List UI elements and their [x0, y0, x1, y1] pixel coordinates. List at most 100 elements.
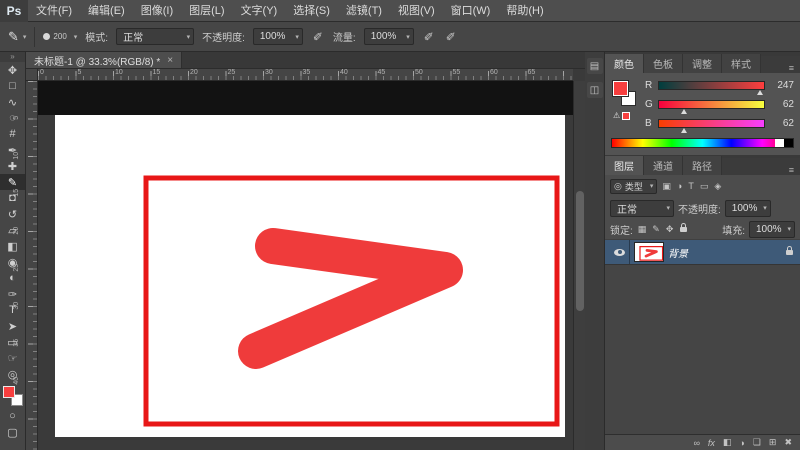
- tab-channels[interactable]: 通道: [644, 156, 683, 175]
- adjustment-layer-icon[interactable]: ◑: [739, 438, 744, 448]
- color-spectrum-ramp[interactable]: [611, 138, 794, 148]
- properties-panel-icon[interactable]: ◫: [587, 82, 603, 98]
- flow-select[interactable]: 100% ▾: [364, 28, 414, 45]
- airbrush-icon[interactable]: ✐: [422, 30, 436, 44]
- document-tab[interactable]: 未标题-1 @ 33.3%(RGB/8) * ×: [26, 52, 182, 68]
- history-brush-tool[interactable]: ↺: [0, 206, 25, 222]
- vertical-ruler[interactable]: 5 10 15 20 25 30 35 40: [26, 81, 38, 450]
- foreground-color-swatch[interactable]: [3, 386, 15, 398]
- slider-marker[interactable]: [757, 90, 763, 95]
- red-slider[interactable]: [658, 81, 765, 90]
- fill-select[interactable]: 100% ▾: [749, 221, 795, 238]
- black-chip[interactable]: [784, 139, 793, 147]
- opacity-select[interactable]: 100% ▾: [253, 28, 303, 45]
- panel-menu-icon[interactable]: ≡: [783, 165, 800, 175]
- foreground-color-swatch[interactable]: [613, 81, 628, 96]
- brush-tool[interactable]: ✎: [0, 174, 25, 190]
- ruler-number: 15: [26, 174, 38, 212]
- spot-healing-tool[interactable]: ✚: [0, 158, 25, 174]
- filter-pixel-layers-icon[interactable]: ▣: [661, 181, 672, 192]
- canvas[interactable]: [55, 115, 565, 437]
- layer-thumbnail[interactable]: [634, 242, 664, 262]
- menu-help[interactable]: 帮助(H): [498, 0, 551, 22]
- layer-blend-mode-select[interactable]: 正常 ▾: [610, 200, 674, 217]
- new-layer-icon[interactable]: ⊞: [769, 437, 777, 448]
- quick-mask-button[interactable]: ○: [0, 408, 25, 424]
- layer-row-background[interactable]: 背景: [605, 239, 800, 265]
- filter-type-layers-icon[interactable]: T: [687, 181, 695, 191]
- move-tool[interactable]: ✥: [0, 62, 25, 78]
- panel-menu-icon[interactable]: ≡: [783, 63, 800, 73]
- red-value[interactable]: 247: [770, 80, 794, 91]
- tab-styles[interactable]: 样式: [722, 54, 761, 73]
- menu-type[interactable]: 文字(Y): [233, 0, 286, 22]
- ruler-number: 0: [38, 69, 76, 76]
- new-group-icon[interactable]: ❏: [753, 437, 761, 448]
- gradient-tool[interactable]: ◧: [0, 238, 25, 254]
- slider-marker[interactable]: [681, 109, 687, 114]
- slider-marker[interactable]: [681, 128, 687, 133]
- history-panel-icon[interactable]: ▤: [587, 58, 603, 74]
- ruler-origin-corner[interactable]: [26, 69, 38, 81]
- ruler-number: 5: [76, 69, 114, 76]
- menu-view[interactable]: 视图(V): [390, 0, 443, 22]
- filter-smart-objects-icon[interactable]: ◈: [713, 181, 722, 192]
- horizontal-ruler[interactable]: 0 5 10 15 20 25 30 35 40 45 50 55 60 65: [38, 69, 573, 81]
- red-channel-row: R 247: [645, 79, 794, 92]
- menu-file[interactable]: 文件(F): [28, 0, 80, 22]
- layer-filter-kind-select[interactable]: ◎ 类型 ▾: [610, 179, 657, 194]
- color-swatches-widget[interactable]: [3, 386, 23, 406]
- menu-window[interactable]: 窗口(W): [443, 0, 499, 22]
- layer-name[interactable]: 背景: [668, 245, 780, 260]
- menu-image[interactable]: 图像(I): [133, 0, 181, 22]
- blue-slider[interactable]: [658, 119, 765, 128]
- pressure-opacity-icon[interactable]: ✐: [311, 30, 325, 44]
- scrollbar-thumb[interactable]: [576, 191, 584, 311]
- close-tab-icon[interactable]: ×: [167, 55, 173, 66]
- lasso-tool[interactable]: ∿: [0, 94, 25, 110]
- screen-mode-button[interactable]: ▢: [0, 424, 25, 440]
- canvas-viewport[interactable]: [38, 81, 585, 450]
- lock-transparency-icon[interactable]: ▦: [637, 224, 648, 235]
- filter-shape-layers-icon[interactable]: ▭: [699, 181, 710, 192]
- background-lock-icon[interactable]: [786, 250, 793, 255]
- green-value[interactable]: 62: [770, 99, 794, 110]
- hand-tool[interactable]: ☞: [0, 350, 25, 366]
- brush-preset-picker[interactable]: 200 ▾: [43, 32, 77, 41]
- marquee-tool[interactable]: □: [0, 78, 25, 94]
- layer-opacity-select[interactable]: 100% ▾: [725, 200, 771, 217]
- white-chip[interactable]: [775, 139, 784, 147]
- tools-collapse-button[interactable]: »: [0, 52, 25, 62]
- tab-adjustments[interactable]: 调整: [683, 54, 722, 73]
- tab-paths[interactable]: 路径: [683, 156, 722, 175]
- tool-preset-picker[interactable]: ✎ ▾: [8, 29, 26, 45]
- tab-swatches[interactable]: 色板: [644, 54, 683, 73]
- lock-all-icon[interactable]: [680, 227, 687, 232]
- tab-color[interactable]: 颜色: [605, 54, 644, 73]
- menu-edit[interactable]: 编辑(E): [80, 0, 133, 22]
- filter-adjustment-layers-icon[interactable]: ◑: [676, 181, 683, 191]
- menu-select[interactable]: 选择(S): [285, 0, 338, 22]
- color-swatches-widget[interactable]: ⚠: [611, 79, 645, 123]
- dodge-tool[interactable]: ◐: [0, 270, 25, 286]
- delete-layer-icon[interactable]: ✖: [784, 437, 792, 448]
- menu-filter[interactable]: 滤镜(T): [338, 0, 390, 22]
- path-selection-tool[interactable]: ➤: [0, 318, 25, 334]
- vertical-scrollbar[interactable]: [573, 81, 585, 450]
- pressure-size-icon[interactable]: ✐: [444, 30, 458, 44]
- gamut-warning[interactable]: ⚠: [613, 111, 630, 120]
- crop-tool[interactable]: #: [0, 126, 25, 142]
- blue-channel-row: B 62: [645, 117, 794, 130]
- add-mask-icon[interactable]: ◧: [723, 437, 732, 448]
- blend-mode-select[interactable]: 正常 ▾: [116, 28, 194, 45]
- pen-tool[interactable]: ✑: [0, 286, 25, 302]
- lock-position-icon[interactable]: ✥: [665, 224, 675, 235]
- blue-value[interactable]: 62: [770, 118, 794, 129]
- menu-layer[interactable]: 图层(L): [181, 0, 232, 22]
- link-layers-icon[interactable]: ∞: [693, 438, 699, 448]
- lock-pixels-icon[interactable]: ✎: [651, 224, 661, 235]
- layer-visibility-cell[interactable]: [610, 240, 630, 264]
- green-slider[interactable]: [658, 100, 765, 109]
- layer-style-fx-icon[interactable]: fx: [708, 438, 715, 448]
- tab-layers[interactable]: 图层: [605, 156, 644, 175]
